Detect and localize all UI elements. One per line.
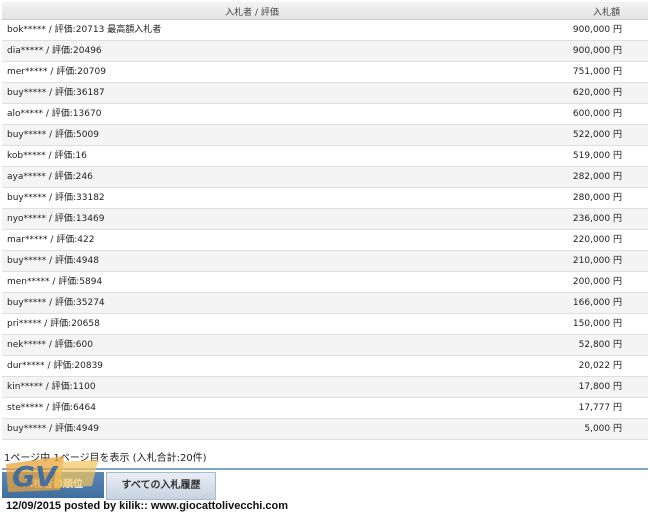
bidder-cell: dur***** / 評価:20839 — [7, 361, 104, 371]
table-row: ste***** / 評価:6464 17,777 円 — [2, 398, 648, 419]
bidder-cell: kin***** / 評価:1100 — [7, 382, 96, 392]
table-row: buy***** / 評価:4948 210,000 円 — [2, 251, 648, 272]
bidder-cell: bok***** / 評価:20713 最高額入札者 — [7, 25, 162, 35]
table-row: alo***** / 評価:13670 600,000 円 — [2, 104, 648, 125]
table-row: kin***** / 評価:1100 17,800 円 — [2, 377, 648, 398]
bidder-cell: mer***** / 評価:20709 — [7, 67, 106, 77]
table-header: 入札者 / 評価 入札額 — [2, 2, 648, 20]
amount-cell: 150,000 円 — [572, 319, 622, 329]
amount-cell: 166,000 円 — [572, 298, 622, 308]
table-row: men***** / 評価:5894 200,000 円 — [2, 272, 648, 293]
bidder-cell: kob***** / 評価:16 — [7, 151, 87, 161]
header-amount: 入札額 — [592, 8, 620, 18]
bidder-cell: buy***** / 評価:4948 — [7, 256, 99, 266]
amount-cell: 900,000 円 — [572, 25, 622, 35]
amount-cell: 200,000 円 — [572, 277, 622, 287]
amount-cell: 522,000 円 — [572, 130, 622, 140]
bidder-cell: men***** / 評価:5894 — [7, 277, 103, 287]
table-row: mar***** / 評価:422 220,000 円 — [2, 230, 648, 251]
bidder-cell: buy***** / 評価:5009 — [7, 130, 99, 140]
bidder-cell: nyo***** / 評価:13469 — [7, 214, 105, 224]
header-bidder: 入札者 / 評価 — [225, 8, 279, 18]
amount-cell: 20,022 円 — [578, 361, 622, 371]
bidder-cell: ste***** / 評価:6464 — [7, 403, 96, 413]
table-row: buy***** / 評価:33182 280,000 円 — [2, 188, 648, 209]
table-row: mer***** / 評価:20709 751,000 円 — [2, 62, 648, 83]
bidder-cell: dia***** / 評価:20496 — [7, 46, 102, 56]
amount-cell: 5,000 円 — [584, 424, 622, 434]
bidder-cell: alo***** / 評価:13670 — [7, 109, 102, 119]
amount-cell: 220,000 円 — [572, 235, 622, 245]
bidder-cell: nek***** / 評価:600 — [7, 340, 93, 350]
table-row: buy***** / 評価:5009 522,000 円 — [2, 125, 648, 146]
pagination-text: 1ページ中 1ページ目を表示 (入札合計:20件) — [4, 453, 207, 464]
bidder-cell: pri***** / 評価:20658 — [7, 319, 100, 329]
table-row: kob***** / 評価:16 519,000 円 — [2, 146, 648, 167]
amount-cell: 620,000 円 — [572, 88, 622, 98]
watermark-caption: 12/09/2015 posted by kilik:: www.giocatt… — [6, 500, 289, 512]
table-row: buy***** / 評価:36187 620,000 円 — [2, 83, 648, 104]
amount-cell: 280,000 円 — [572, 193, 622, 203]
bidder-cell: aya***** / 評価:246 — [7, 172, 93, 182]
table-row: dur***** / 評価:20839 20,022 円 — [2, 356, 648, 377]
amount-cell: 519,000 円 — [572, 151, 622, 161]
bidder-cell: buy***** / 評価:33182 — [7, 193, 105, 203]
table-row: dia***** / 評価:20496 900,000 円 — [2, 41, 648, 62]
bidder-cell: mar***** / 評価:422 — [7, 235, 95, 245]
amount-cell: 282,000 円 — [572, 172, 622, 182]
bidder-cell: buy***** / 評価:36187 — [7, 88, 105, 98]
bidder-cell: buy***** / 評価:35274 — [7, 298, 105, 308]
table-row: nyo***** / 評価:13469 236,000 円 — [2, 209, 648, 230]
table-row: pri***** / 評価:20658 150,000 円 — [2, 314, 648, 335]
table-row: nek***** / 評価:600 52,800 円 — [2, 335, 648, 356]
amount-cell: 900,000 円 — [572, 46, 622, 56]
bid-table: 入札者 / 評価 入札額 bok***** / 評価:20713 最高額入札者 9… — [2, 2, 648, 440]
table-row: bok***** / 評価:20713 最高額入札者 900,000 円 — [2, 20, 648, 41]
tab-all-bid-history[interactable]: すべての入札履歴 — [106, 472, 216, 500]
bidder-cell: buy***** / 評価:4949 — [7, 424, 99, 434]
amount-cell: 210,000 円 — [572, 256, 622, 266]
amount-cell: 17,800 円 — [578, 382, 622, 392]
table-body: bok***** / 評価:20713 最高額入札者 900,000 円 dia**… — [2, 20, 648, 440]
table-row: buy***** / 評価:4949 5,000 円 — [2, 419, 648, 440]
table-row: buy***** / 評価:35274 166,000 円 — [2, 293, 648, 314]
amount-cell: 17,777 円 — [578, 403, 622, 413]
table-row: aya***** / 評価:246 282,000 円 — [2, 167, 648, 188]
amount-cell: 52,800 円 — [578, 340, 622, 350]
tab-bar: 入札者の順位 すべての入札履歴 — [2, 468, 648, 500]
tab-bidder-ranking[interactable]: 入札者の順位 — [2, 472, 104, 498]
amount-cell: 600,000 円 — [572, 109, 622, 119]
amount-cell: 236,000 円 — [572, 214, 622, 224]
amount-cell: 751,000 円 — [572, 67, 622, 77]
